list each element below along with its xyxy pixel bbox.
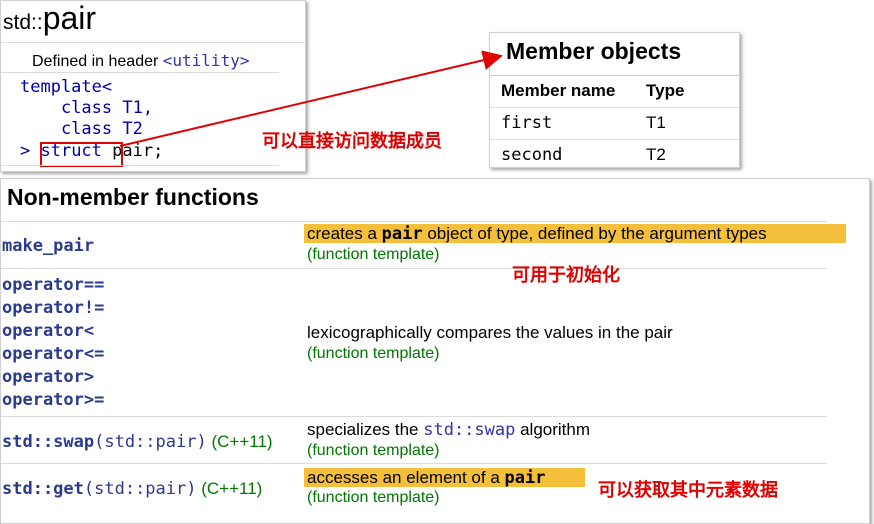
annotation-arrow	[119, 50, 503, 147]
